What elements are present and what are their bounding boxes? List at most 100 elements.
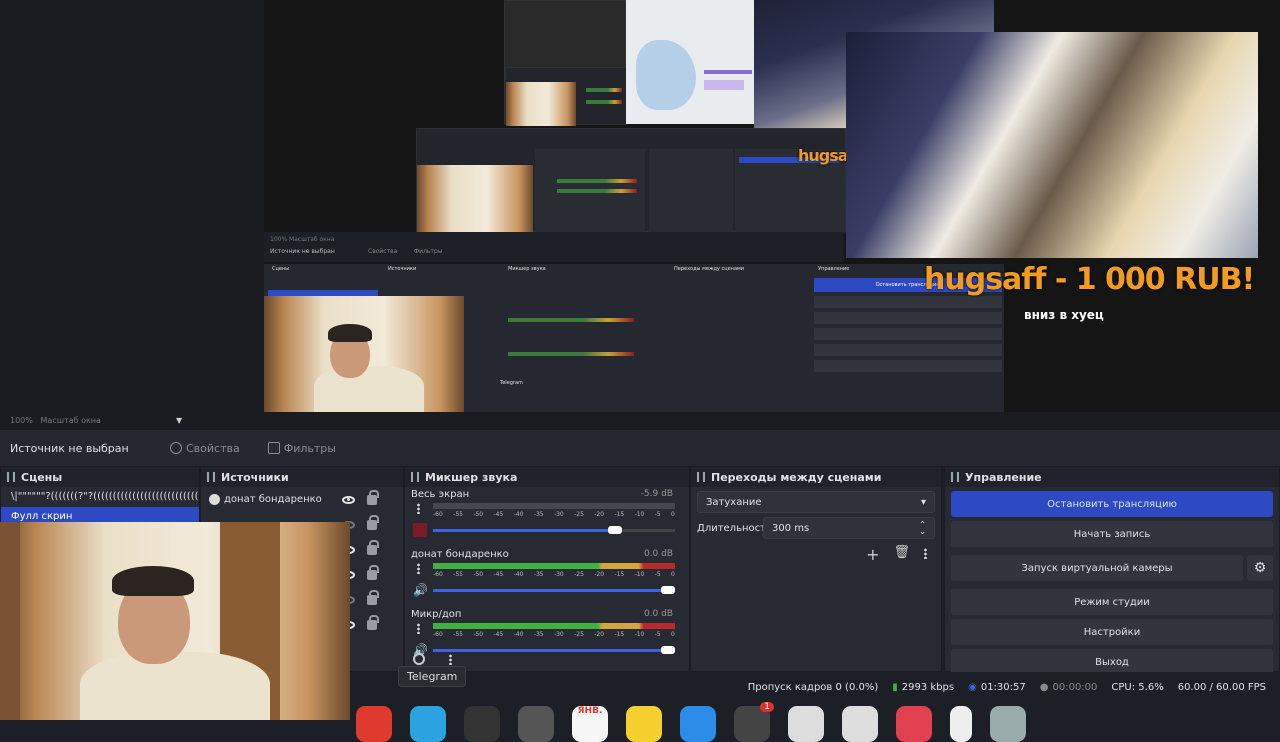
trash-icon[interactable] [990,706,1026,742]
webcam-overlay [0,522,350,720]
obs-icon[interactable] [464,706,500,742]
eye-icon[interactable] [342,495,355,504]
stop-stream-button[interactable]: Остановить трансляцию [951,491,1273,517]
source-toolbar: Источник не выбран Свойства Фильтры [0,430,1280,466]
virtual-camera-button[interactable]: Запуск виртуальной камеры [951,555,1243,581]
source-item[interactable]: донат бондаренко [201,487,403,512]
meter-ticks: -60 -55 -50 -45 -40 -35 -30 -25 -20 -15 -10 -5 0 [433,631,675,638]
tick-label: -35 [533,631,544,638]
channel-name: Весь экран [411,489,470,500]
level-meter [433,563,675,569]
start-record-button[interactable]: Начать запись [951,521,1273,547]
tick-label: -10 [634,571,645,578]
tick-label: -50 [473,511,484,518]
donation-message: вниз в хуец [1024,308,1104,322]
app-icon[interactable] [788,706,824,742]
party-video [846,32,1258,258]
dock-grip-icon[interactable] [7,472,15,482]
music-icon[interactable] [896,706,932,742]
trash-icon[interactable]: 🗑 [893,545,910,564]
program-preview[interactable]: hugsaf 100% Масштаб окна Источник не выб… [0,0,1280,412]
dock-grip-icon[interactable] [697,472,705,482]
channel-menu-icon[interactable] [417,563,420,574]
telegram-icon[interactable] [410,706,446,742]
filters-button[interactable]: Фильтры [267,442,336,455]
tick-label: -55 [453,511,463,518]
xcode-icon[interactable] [680,706,716,742]
record-time: 00:00:00 [1052,681,1098,693]
nested-window [504,0,627,126]
dock-grip-icon[interactable] [951,472,959,482]
mixer-channel: донат бондаренко 0.0 dB -60 -55 -50 -45 -40 -35… [405,547,689,607]
add-icon[interactable]: + [866,545,879,564]
tick-label: -5 [654,631,661,638]
meter-ticks: -60 -55 -50 -45 -40 -35 -30 -25 -20 -15 -10 -5 0 [433,571,675,578]
mixer-menu-icon[interactable] [449,654,452,665]
dock-grip-icon[interactable] [411,472,419,482]
settings-button[interactable]: Настройки [951,619,1273,645]
volume-slider[interactable] [433,526,675,534]
tick-label: -30 [553,571,564,578]
stepper-icon: ⌃ ⌄ [919,520,926,536]
transition-select[interactable]: Затухание ▾ [697,491,935,513]
lock-icon[interactable] [367,489,379,505]
volume-slider[interactable] [433,646,675,654]
audio-mixer-dock: Микшер звука Весь экран -5.9 dB -60 -55 -50-… [404,466,690,672]
lock-icon[interactable] [367,589,379,605]
channel-menu-icon[interactable] [417,503,420,514]
studio-mode-button[interactable]: Режим студии [951,589,1273,615]
properties-button[interactable]: Свойства [170,442,240,455]
muted-speaker-icon[interactable] [413,523,427,537]
tick-label: -15 [614,511,625,518]
zoom-row: 100% Масштаб окна ▼ [0,412,1280,430]
tick-label: -55 [453,571,463,578]
chevron-down-icon: ▾ [920,496,926,508]
stream-time: 01:30:57 [980,681,1026,693]
scene-item[interactable]: \|""""""?(((((((?"?(((((((((((((((((((((… [1,487,199,507]
tick-label: -30 [553,511,564,518]
mixer-settings-icon[interactable] [413,653,425,665]
lock-icon[interactable] [367,514,379,530]
no-source-label: Источник не выбран [10,441,129,455]
speaker-icon[interactable]: 🔊 [413,583,428,597]
tick-label: -15 [614,571,625,578]
tick-label: -10 [634,511,645,518]
channel-menu-icon[interactable] [417,623,420,634]
duration-label: Длительность [697,522,772,534]
tick-label: -40 [513,631,524,638]
dock-grip-icon[interactable] [207,472,215,482]
duration-spinbox[interactable]: 300 ms ⌃ ⌄ [763,517,935,539]
tick-label: -50 [473,571,484,578]
lock-icon[interactable] [367,564,379,580]
status-bar: Пропуск кадров 0 (0.0%) ▮ 2993 kbps ◉ 01:3… [350,672,1280,702]
tick-label: -45 [493,631,504,638]
donation-name: hugsaff - 1 000 RUB! [924,262,1255,297]
virtual-camera-settings-button[interactable]: ⚙ [1247,555,1273,581]
app-icon[interactable] [518,706,554,742]
cpu-usage: CPU: 5.6% [1111,681,1164,693]
channel-db: 0.0 dB [643,609,673,619]
volume-slider[interactable] [433,586,675,594]
mixer-title: Микшер звука [425,470,518,484]
lock-icon[interactable] [367,614,379,630]
calendar-icon[interactable]: ЯНВ. [572,706,608,742]
tick-label: 0 [671,631,675,638]
lock-icon[interactable] [367,539,379,555]
yandex-browser-icon[interactable] [356,706,392,742]
nested-source-bar: 100% Масштаб окна Источник не выбран Сво… [264,232,844,262]
tick-label: -25 [574,511,584,518]
app-icon[interactable] [842,706,878,742]
channel-name: Микр/доп [411,609,462,620]
notes-icon[interactable] [626,706,662,742]
tick-label: -60 [433,571,443,578]
app-icon[interactable]: 1 [734,702,774,742]
tick-label: 0 [671,571,675,578]
tick-label: -15 [614,631,625,638]
tick-label: -60 [433,511,443,518]
document-icon[interactable] [950,706,972,742]
zoom-label[interactable]: Масштаб окна [41,416,101,425]
record-icon: ● [1039,681,1049,693]
notification-badge: 1 [760,702,774,712]
filter-icon [267,442,280,454]
menu-icon[interactable] [924,548,927,559]
